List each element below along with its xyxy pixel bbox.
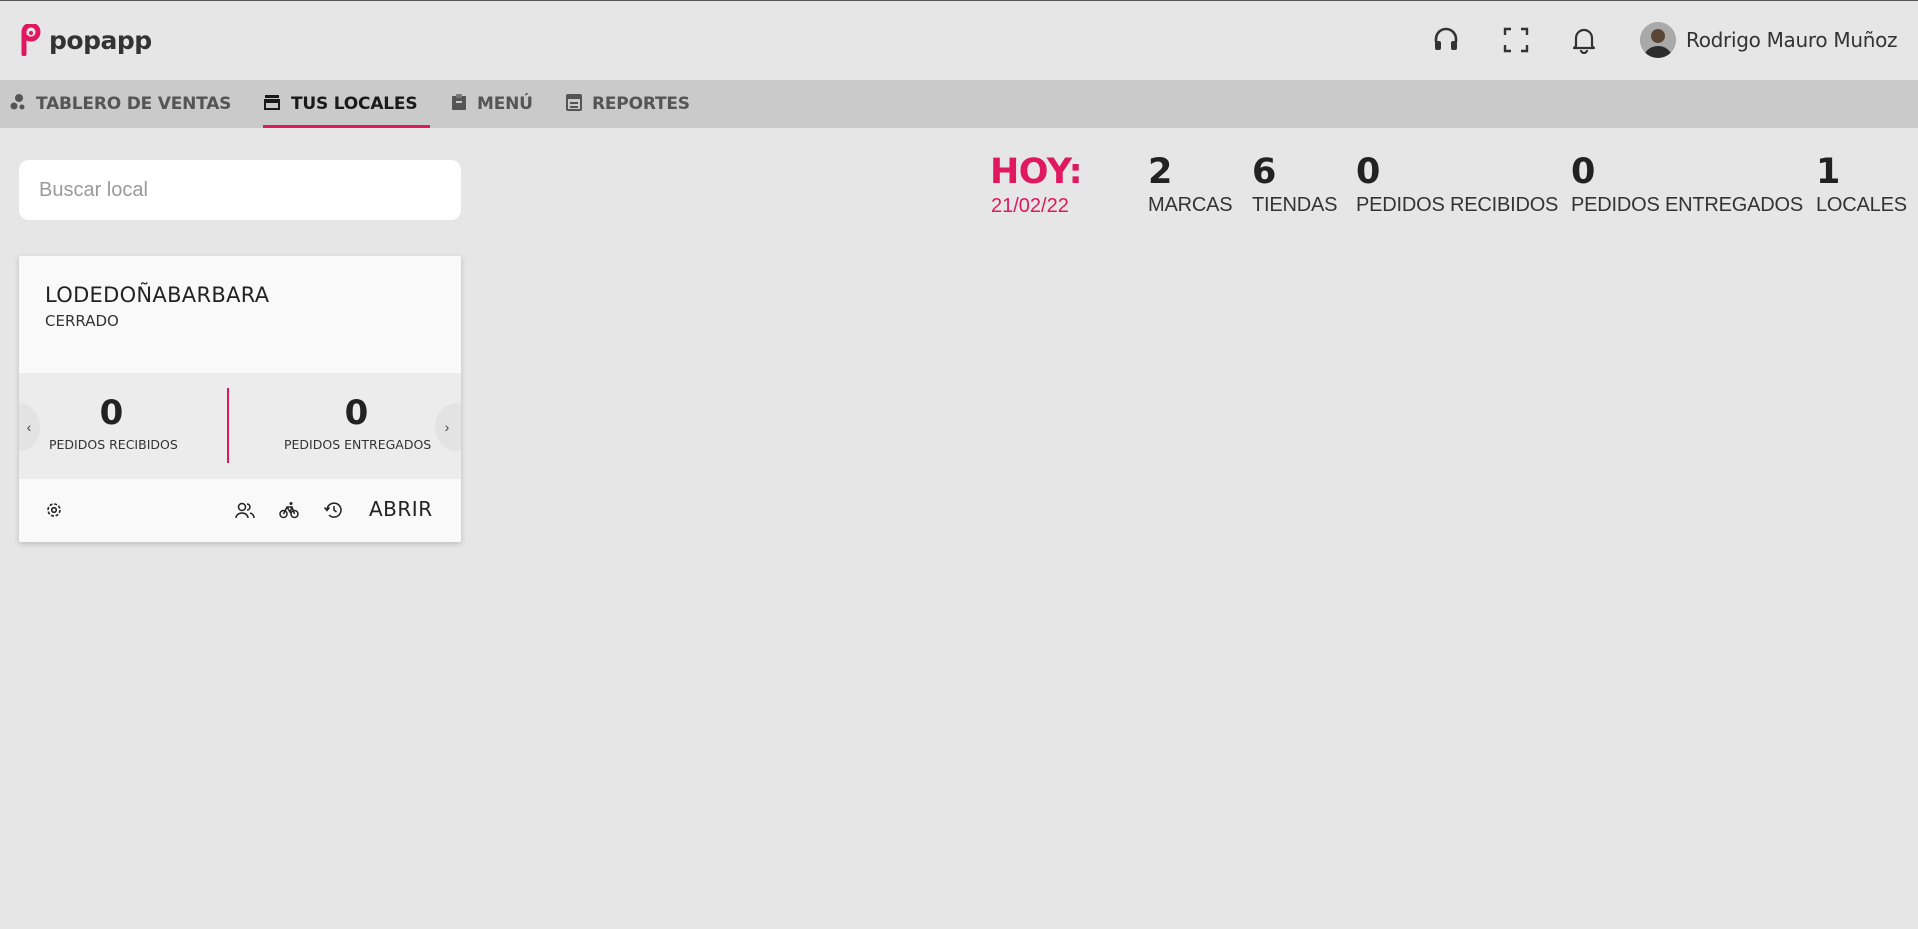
stat-label: PEDIDOS RECIBIDOS <box>49 437 178 452</box>
stat-value: 6 <box>1252 152 1277 192</box>
tab-label: TUS LOCALES <box>291 94 418 114</box>
main-nav: TABLERO DE VENTAS TUS LOCALES MENÚ REPOR <box>0 80 1918 128</box>
stat-pedidos-recibidos: 0 PEDIDOS RECIBIDOS <box>1356 152 1558 217</box>
stat-locales: 1 LOCALES <box>1816 152 1907 217</box>
user-name: Rodrigo Mauro Muñoz <box>1686 28 1898 52</box>
stat-value: 0 <box>1571 152 1596 192</box>
clipboard-icon <box>451 93 467 116</box>
history-icon[interactable] <box>322 499 344 521</box>
bike-icon[interactable] <box>278 499 300 521</box>
next-arrow-button[interactable]: › <box>435 403 461 451</box>
tab-reportes[interactable]: REPORTES <box>566 80 690 128</box>
settings-icon[interactable] <box>43 499 65 521</box>
prev-arrow-button[interactable]: ‹ <box>19 403 40 451</box>
stat-value: 2 <box>1148 152 1173 192</box>
local-name: LODEDOÑABARBARA <box>45 283 270 307</box>
store-icon <box>263 93 281 116</box>
stat-pedidos-entregados: 0 PEDIDOS ENTREGADOS <box>1571 152 1803 217</box>
logo-text: popapp <box>49 25 152 55</box>
user-menu[interactable]: Rodrigo Mauro Muñoz <box>1640 21 1898 59</box>
stat-value: 1 <box>1816 152 1841 192</box>
stat-label: PEDIDOS RECIBIDOS <box>1356 194 1559 216</box>
stat-label: PEDIDOS ENTREGADOS <box>1571 194 1803 216</box>
tab-label: REPORTES <box>592 94 690 114</box>
stat-value: 0 <box>99 393 124 433</box>
today-label: HOY: <box>990 152 1083 192</box>
stat-value: 0 <box>1356 152 1381 192</box>
today-date: 21/02/22 <box>991 195 1069 217</box>
local-stats: ‹ 0 PEDIDOS RECIBIDOS 0 PEDIDOS ENTREGAD… <box>19 373 461 479</box>
stat-label: PEDIDOS ENTREGADOS <box>284 437 432 452</box>
stat-label: LOCALES <box>1816 194 1907 216</box>
stats-divider <box>227 388 229 463</box>
local-stat-entregados: 0 PEDIDOS ENTREGADOS <box>284 393 432 452</box>
stat-label: MARCAS <box>1148 194 1233 216</box>
stat-marcas: 2 MARCAS <box>1148 152 1233 217</box>
tab-label: TABLERO DE VENTAS <box>36 94 232 114</box>
tab-tablero-de-ventas[interactable]: TABLERO DE VENTAS <box>10 80 231 128</box>
local-actions: ABRIR <box>19 479 461 542</box>
local-status: CERRADO <box>45 312 119 330</box>
tab-menu[interactable]: MENÚ <box>451 80 533 128</box>
search-input[interactable] <box>19 160 461 220</box>
local-stat-recibidos: 0 PEDIDOS RECIBIDOS <box>49 393 178 452</box>
open-local-button[interactable]: ABRIR <box>369 497 433 521</box>
report-icon <box>566 93 582 116</box>
tab-tus-locales[interactable]: TUS LOCALES <box>263 80 430 128</box>
app-logo[interactable]: popapp <box>20 22 152 57</box>
stat-value: 0 <box>344 393 369 433</box>
top-header: popapp Rodrigo Mauro Muñoz <box>0 1 1918 80</box>
dashboard-icon <box>10 93 26 116</box>
stat-tiendas: 6 TIENDAS <box>1252 152 1337 217</box>
popapp-logo-icon <box>20 22 42 57</box>
local-card: LODEDOÑABARBARA CERRADO ‹ 0 PEDIDOS RECI… <box>19 256 461 542</box>
today-block: HOY: 21/02/22 <box>990 152 1083 218</box>
stat-label: TIENDAS <box>1252 194 1338 216</box>
headset-icon[interactable] <box>1431 25 1461 55</box>
avatar <box>1640 22 1676 58</box>
fullscreen-icon[interactable] <box>1501 25 1531 55</box>
tab-label: MENÚ <box>477 94 533 114</box>
bell-icon[interactable] <box>1569 25 1599 55</box>
users-icon[interactable] <box>234 499 256 521</box>
